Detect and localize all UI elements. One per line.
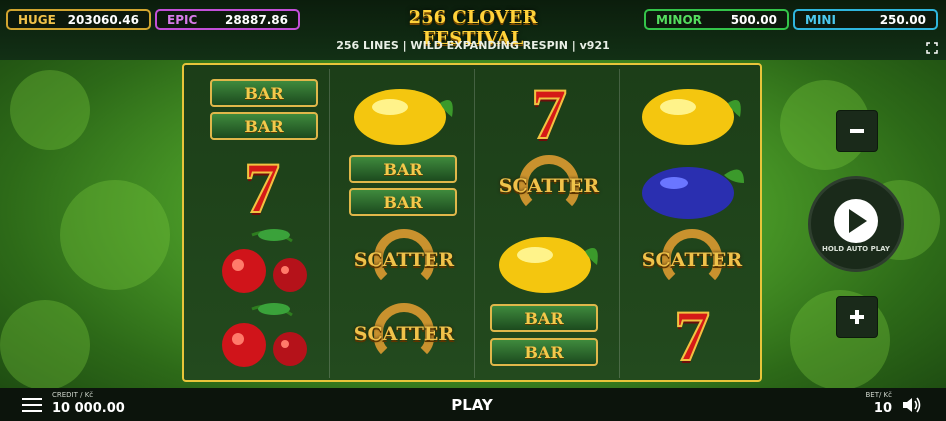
menu-icon[interactable] bbox=[22, 397, 42, 413]
bet-value: 10 bbox=[873, 401, 892, 416]
symbol-cherries bbox=[192, 299, 332, 373]
symbol-bar: BAR bbox=[210, 112, 318, 140]
play-icon bbox=[834, 199, 878, 243]
lemon-icon bbox=[354, 89, 453, 145]
symbol-bar: BAR bbox=[490, 338, 598, 366]
symbol-bar: BAR bbox=[349, 155, 457, 183]
jackpot-huge-value: 203060.46 bbox=[67, 12, 139, 27]
fullscreen-icon[interactable] bbox=[926, 42, 938, 54]
symbol-bar: BAR bbox=[490, 304, 598, 332]
symbol-cherries bbox=[192, 225, 332, 299]
lemon-icon bbox=[499, 237, 598, 293]
credit-value: 10 000.00 bbox=[52, 401, 125, 416]
reel-divider bbox=[619, 69, 620, 378]
credit-label: CREDIT / Kč bbox=[52, 391, 94, 399]
cherries-icon bbox=[222, 303, 307, 367]
symbol-scatter: SCATTER bbox=[334, 299, 474, 373]
symbol-seven: 7 bbox=[673, 296, 711, 376]
speaker-icon[interactable] bbox=[902, 396, 922, 414]
symbol-seven: 7 bbox=[243, 148, 281, 228]
lemon-icon bbox=[642, 89, 741, 145]
jackpot-minor-value: 500.00 bbox=[730, 12, 777, 27]
reel-area: BAR BAR 7 BAR BAR SCATTER SCATTER 7 SCAT… bbox=[182, 63, 762, 382]
jackpot-epic-value: 28887.86 bbox=[224, 12, 288, 27]
decrease-bet-button[interactable] bbox=[836, 110, 878, 152]
play-button[interactable]: PLAY bbox=[420, 396, 524, 414]
bet-label: BET/ Kč bbox=[865, 391, 892, 399]
jackpot-huge: HUGE 203060.46 bbox=[6, 9, 151, 30]
symbol-bar: BAR bbox=[349, 188, 457, 216]
increase-bet-button[interactable] bbox=[836, 296, 878, 338]
symbol-lemon bbox=[334, 77, 474, 151]
autoplay-label: HOLD AUTO PLAY bbox=[822, 245, 890, 253]
symbol-plum bbox=[622, 151, 762, 225]
jackpot-huge-label: HUGE bbox=[18, 12, 56, 27]
jackpot-epic: EPIC 28887.86 bbox=[155, 9, 300, 30]
jackpot-mini: MINI 250.00 bbox=[793, 9, 938, 30]
symbol-scatter: SCATTER bbox=[479, 151, 619, 225]
symbol-scatter: SCATTER bbox=[622, 225, 762, 299]
plum-icon bbox=[642, 167, 744, 219]
cherries-icon bbox=[222, 229, 307, 293]
bottom-bar: CREDIT / Kč 10 000.00 PLAY BET/ Kč 10 bbox=[0, 388, 946, 421]
jackpot-minor-label: MINOR bbox=[656, 12, 702, 27]
autoplay-button[interactable]: HOLD AUTO PLAY bbox=[808, 176, 904, 272]
game-subtitle: 256 LINES | WILD EXPANDING RESPIN | v921 bbox=[336, 39, 610, 52]
jackpot-mini-value: 250.00 bbox=[879, 12, 926, 27]
jackpot-epic-label: EPIC bbox=[167, 12, 198, 27]
jackpot-mini-label: MINI bbox=[805, 12, 836, 27]
minus-icon bbox=[850, 129, 864, 133]
symbol-scatter: SCATTER bbox=[334, 225, 474, 299]
symbol-lemon bbox=[622, 77, 762, 151]
symbol-lemon bbox=[479, 225, 619, 299]
symbol-bar: BAR bbox=[210, 79, 318, 107]
reel-divider bbox=[474, 69, 475, 378]
plus-icon bbox=[850, 310, 864, 324]
symbol-seven: 7 bbox=[530, 74, 568, 154]
jackpot-minor: MINOR 500.00 bbox=[644, 9, 789, 30]
